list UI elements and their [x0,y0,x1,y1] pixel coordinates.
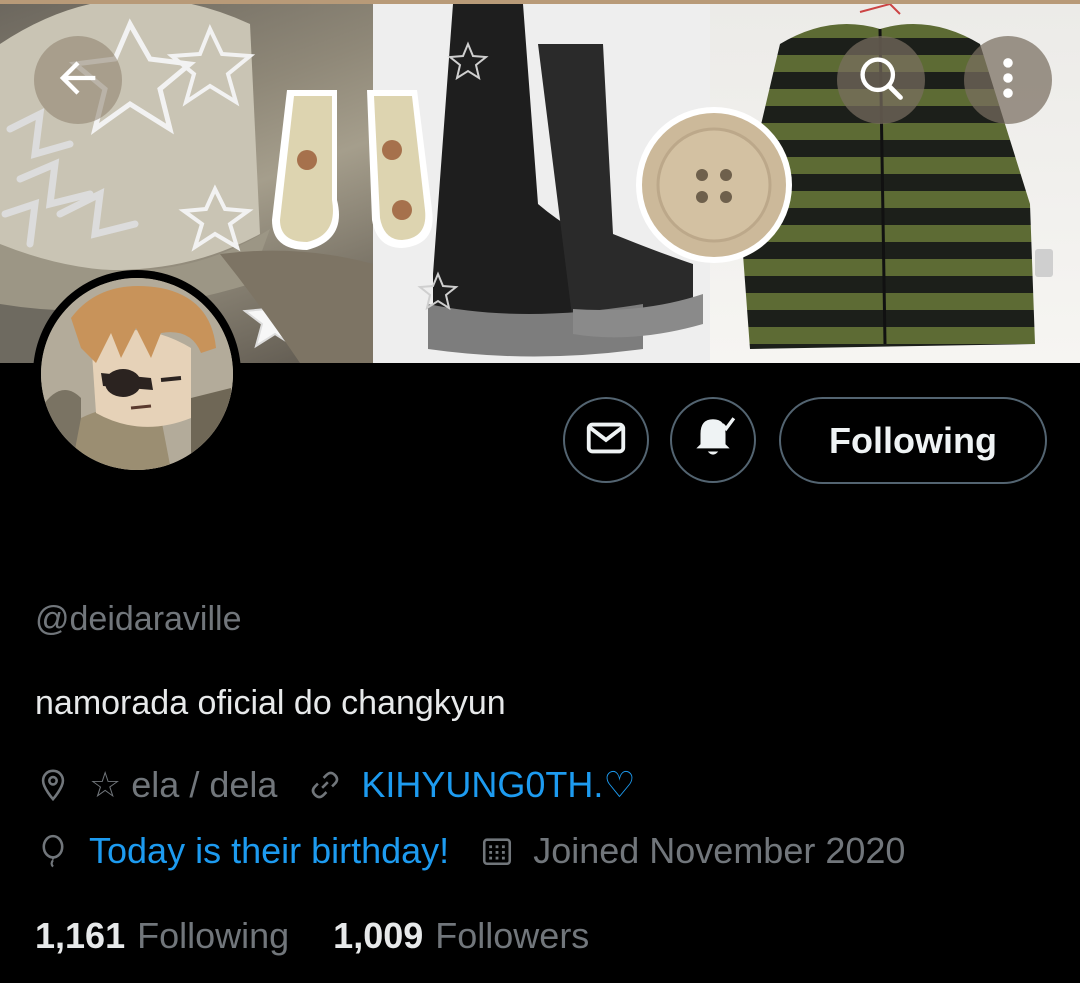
balloon-icon [35,833,71,869]
followers-label: Followers [435,915,590,956]
location-pin-icon [35,767,71,803]
more-options-button[interactable] [964,36,1052,124]
profile-meta-row: ☆ ela / dela KIHYUNG0TH.♡ [35,764,666,806]
profile-joined: Joined November 2020 [479,830,905,872]
bell-check-icon [688,413,738,468]
link-icon [307,767,343,803]
following-stat[interactable]: 1,161 Following [35,915,289,957]
search-icon [855,52,907,109]
profile-bio: namorada oficial do changkyun [35,684,506,722]
avatar-illustration [41,278,233,470]
more-vertical-icon [982,52,1034,109]
profile-avatar[interactable] [33,270,241,478]
profile-location: ☆ ela / dela [35,764,277,806]
calendar-icon [479,833,515,869]
socks-sticker [272,90,433,250]
joined-text: Joined November 2020 [533,830,906,871]
notifications-button[interactable] [670,397,756,483]
profile-meta-row: Today is their birthday! Joined November… [35,830,935,872]
arrow-left-icon [52,52,104,109]
avatar-image [41,278,233,470]
profile-handle: @deidaraville [35,600,242,638]
website-link[interactable]: KIHYUNG0TH.♡ [361,764,635,806]
profile-stats: 1,161 Following 1,009 Followers [35,915,633,957]
birthday-text[interactable]: Today is their birthday! [89,830,449,872]
envelope-icon [583,415,629,466]
profile-website[interactable]: KIHYUNG0TH.♡ [307,764,636,806]
button-sticker [636,107,792,263]
back-button[interactable] [34,36,122,124]
message-button[interactable] [563,397,649,483]
search-button[interactable] [837,36,925,124]
location-text: ☆ ela / dela [89,764,278,805]
following-count: 1,161 [35,915,126,956]
followers-count: 1,009 [333,915,424,956]
profile-birthday: Today is their birthday! [35,830,449,872]
following-button[interactable]: Following [779,397,1047,484]
following-label: Following [137,915,290,956]
followers-stat[interactable]: 1,009 Followers [333,915,589,957]
